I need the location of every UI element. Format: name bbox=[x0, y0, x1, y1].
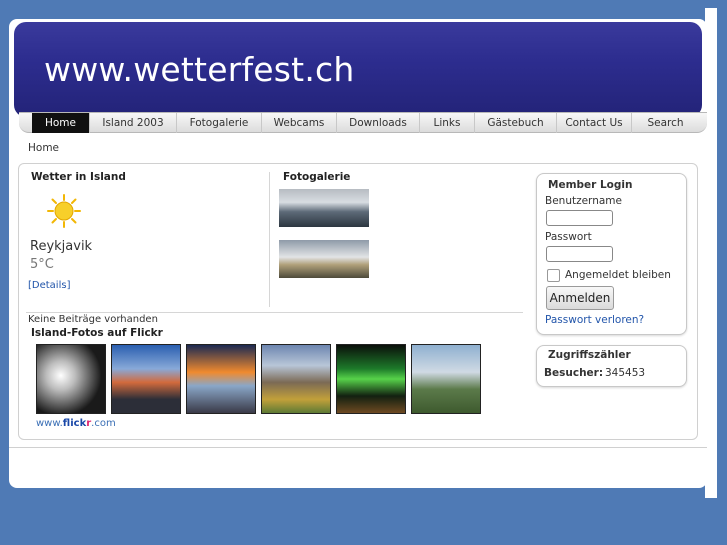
visitor-counter-box: Zugriffszähler Besucher: 345453 bbox=[536, 345, 687, 387]
nav-item-links[interactable]: Links bbox=[420, 113, 475, 133]
remember-me-label: Angemeldet bleiben bbox=[565, 269, 671, 281]
flickr-thumbnail[interactable] bbox=[411, 344, 481, 414]
flickr-thumbnail[interactable] bbox=[261, 344, 331, 414]
weather-details-link[interactable]: [Details] bbox=[28, 280, 70, 291]
breadcrumb: Home bbox=[28, 142, 60, 154]
main-navigation: Home Island 2003 Fotogalerie Webcams Dow… bbox=[19, 112, 707, 133]
counter-value: 345453 bbox=[605, 367, 646, 379]
column-divider bbox=[269, 172, 270, 307]
weather-temperature: 5°C bbox=[30, 257, 54, 272]
password-label: Passwort bbox=[545, 231, 592, 243]
nav-item-gaestebuch[interactable]: Gästebuch bbox=[475, 113, 557, 133]
flickr-thumbnail[interactable] bbox=[111, 344, 181, 414]
username-input[interactable] bbox=[546, 210, 613, 226]
nav-item-contact-us[interactable]: Contact Us bbox=[557, 113, 632, 133]
counter-label: Besucher: bbox=[544, 367, 604, 379]
member-login-box: Member Login Benutzername Passwort Angem… bbox=[536, 173, 687, 335]
nav-item-island-2003[interactable]: Island 2003 bbox=[90, 113, 177, 133]
gallery-heading: Fotogalerie bbox=[283, 171, 351, 183]
sun-icon bbox=[47, 194, 81, 228]
site-banner: www.wetterfest.ch bbox=[14, 22, 702, 117]
site-title: www.wetterfest.ch bbox=[44, 50, 355, 89]
gallery-photo-coast[interactable] bbox=[279, 240, 369, 278]
nav-item-search[interactable]: Search bbox=[632, 113, 699, 133]
password-input[interactable] bbox=[546, 246, 613, 262]
section-divider bbox=[26, 312, 523, 313]
flickr-thumbnails bbox=[36, 344, 481, 414]
forgot-password-link[interactable]: Passwort verloren? bbox=[545, 314, 644, 326]
gallery-photo-glacier[interactable] bbox=[279, 189, 369, 227]
flickr-link[interactable]: www.flickr.com bbox=[36, 418, 116, 429]
nav-item-webcams[interactable]: Webcams bbox=[262, 113, 337, 133]
no-posts-message: Keine Beiträge vorhanden bbox=[28, 314, 158, 325]
counter-heading: Zugriffszähler bbox=[548, 349, 631, 361]
login-button[interactable]: Anmelden bbox=[546, 286, 614, 310]
flickr-link-brand-a: flick bbox=[62, 418, 87, 429]
weather-heading: Wetter in Island bbox=[31, 171, 126, 183]
nav-item-home[interactable]: Home bbox=[32, 113, 90, 133]
footer-divider bbox=[9, 447, 707, 448]
page-container: www.wetterfest.ch Home Island 2003 Fotog… bbox=[9, 19, 707, 488]
remember-me-checkbox[interactable] bbox=[547, 269, 560, 282]
login-heading: Member Login bbox=[548, 179, 633, 191]
nav-item-fotogalerie[interactable]: Fotogalerie bbox=[177, 113, 262, 133]
flickr-heading: Island-Fotos auf Flickr bbox=[31, 327, 163, 339]
nav-item-downloads[interactable]: Downloads bbox=[337, 113, 420, 133]
flickr-thumbnail[interactable] bbox=[186, 344, 256, 414]
flickr-thumbnail[interactable] bbox=[36, 344, 106, 414]
flickr-link-suffix: .com bbox=[91, 418, 116, 429]
flickr-thumbnail[interactable] bbox=[336, 344, 406, 414]
flickr-link-prefix: www. bbox=[36, 418, 63, 429]
username-label: Benutzername bbox=[545, 195, 622, 207]
weather-city: Reykjavik bbox=[30, 239, 93, 254]
